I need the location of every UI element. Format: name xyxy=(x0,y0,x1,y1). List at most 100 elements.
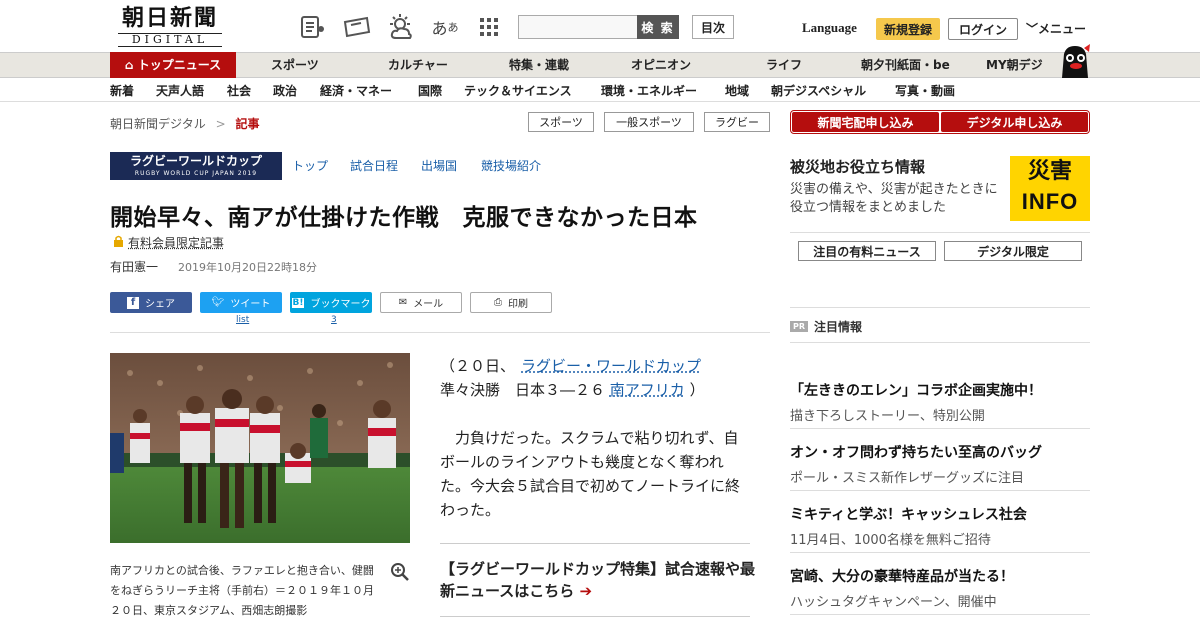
tab-digital-only[interactable]: デジタル限定 xyxy=(944,241,1082,261)
nav-paper[interactable]: 朝夕刊紙面・be xyxy=(861,53,950,77)
badge-bottom: INFO xyxy=(1021,189,1079,214)
grid-apps-icon[interactable] xyxy=(474,12,504,42)
divider xyxy=(790,552,1090,553)
article-body: 力負けだった。スクラムで粘り切れず、自ボールのラインアウトも幾度となく奪われた。… xyxy=(440,429,741,519)
paid-badge: 有料会員限定記事 xyxy=(113,234,224,251)
breadcrumb-home[interactable]: 朝日新聞デジタル xyxy=(110,117,206,131)
mascot-icon[interactable] xyxy=(1058,44,1092,78)
subscribe-buttons: 新聞宅配申し込み デジタル申し込み xyxy=(790,110,1090,134)
nav2-item[interactable]: 経済・マネー xyxy=(320,82,392,99)
nav2-item[interactable]: 国際 xyxy=(418,82,442,99)
divider xyxy=(110,332,770,333)
print-button[interactable]: ⎙ 印刷 xyxy=(470,292,552,313)
share-label: シェア xyxy=(145,299,175,310)
mail-share-button[interactable]: ✉︎ メール xyxy=(380,292,462,313)
pr-item-title: 宮崎、大分の豪華特産品が当たる！ xyxy=(790,569,1014,585)
nav2-item[interactable]: 環境・エネルギー xyxy=(601,82,697,99)
nav-top-news[interactable]: ⌂ トップニュース xyxy=(110,52,236,78)
nav-sports[interactable]: スポーツ xyxy=(271,53,319,77)
nav2-item[interactable]: テック＆サイエンス xyxy=(464,82,572,99)
share-label: ツイート xyxy=(230,299,271,310)
search-button[interactable]: 検 索 xyxy=(637,15,679,39)
nav2-item[interactable]: 地域 xyxy=(725,82,749,99)
pr-item-title: ミキティと学ぶ！キャッシュレス社会 xyxy=(790,507,1027,523)
mail-icon: ✉︎ xyxy=(398,297,408,308)
lead-mid: 準々決勝 日本３―２６ xyxy=(440,381,606,399)
nav2-item[interactable]: 写真・動画 xyxy=(895,82,955,99)
paid-label[interactable]: 有料会員限定記事 xyxy=(128,234,224,251)
facebook-share-button[interactable]: f シェア xyxy=(110,292,192,313)
nav2-item[interactable]: 政治 xyxy=(273,82,297,99)
font-size-icon[interactable]: ああ xyxy=(430,12,460,42)
facebook-icon: f xyxy=(127,296,139,309)
twitter-list-link[interactable]: list xyxy=(236,315,249,325)
home-icon: ⌂ xyxy=(124,58,134,72)
pr-item-desc: 11月4日、1000名様を無料ご招待 xyxy=(790,533,991,548)
weather-icon[interactable] xyxy=(386,12,416,42)
disaster-desc: 災害の備えや、災害が起きたときに役立つ情報をまとめました xyxy=(790,182,998,215)
toc-button[interactable]: 目次 xyxy=(692,15,734,39)
nav-label: トップニュース xyxy=(137,58,222,72)
divider xyxy=(440,616,750,617)
rwc-logo-sub: RUGBY WORLD CUP JAPAN 2019 xyxy=(134,170,258,177)
publish-date: 2019年10月20日22時18分 xyxy=(178,261,317,274)
rwc-link-schedule[interactable]: 試合日程 xyxy=(350,157,398,174)
tab-paid-news[interactable]: 注目の有料ニュース xyxy=(798,241,936,261)
rwc-link-venues[interactable]: 競技場紹介 xyxy=(481,157,541,174)
pr-item-title: オン・オフ問わず持ちたい至高のバッグ xyxy=(790,445,1042,461)
disaster-title[interactable]: 被災地お役立ち情報 xyxy=(790,156,925,177)
pr-item[interactable]: 宮崎、大分の豪華特産品が当たる！ ハッシュタグキャンペーン、開催中 xyxy=(790,566,1090,610)
share-label: ブックマーク xyxy=(310,299,371,310)
hatena-bookmark-button[interactable]: B! ブックマーク xyxy=(290,292,372,313)
breadcrumb-sep: > xyxy=(215,117,226,131)
nav2-item[interactable]: 天声人語 xyxy=(156,82,204,99)
pr-item[interactable]: ミキティと学ぶ！キャッシュレス社会 11月4日、1000名様を無料ご招待 xyxy=(790,504,1090,548)
newspaper-subscribe-button[interactable]: 新聞宅配申し込み xyxy=(792,112,939,132)
hatena-count-link[interactable]: 3 xyxy=(331,315,337,325)
newspaper-icon[interactable] xyxy=(298,12,328,42)
login-button[interactable]: ログイン xyxy=(948,18,1018,40)
twitter-share-button[interactable]: 🐦︎ ツイート xyxy=(200,292,282,313)
menu-button[interactable]: ﹀メニュー xyxy=(1026,20,1086,37)
nav-my-asadigi[interactable]: MY朝デジ xyxy=(986,53,1043,77)
nav2-item[interactable]: 朝デジスペシャル xyxy=(771,82,866,99)
nav-life[interactable]: ライフ xyxy=(766,53,802,77)
asahi-logo[interactable]: 朝日新聞 DIGITAL xyxy=(112,6,228,48)
pr-item[interactable]: オン・オフ問わず持ちたい至高のバッグ ポール・スミス新作レザーグッズに注目 xyxy=(790,442,1090,486)
tag-rugby[interactable]: ラグビー xyxy=(704,112,770,132)
rwc-logo[interactable]: ラグビーワールドカップ RUGBY WORLD CUP JAPAN 2019 xyxy=(110,152,282,180)
nav2-item[interactable]: 社会 xyxy=(227,82,251,99)
disaster-info-badge[interactable]: 災害 INFO xyxy=(1010,156,1090,221)
rwc-link[interactable]: ラグビー・ワールドカップ xyxy=(521,357,701,375)
rwc-link-top[interactable]: トップ xyxy=(292,157,328,174)
nav2-item[interactable]: 新着 xyxy=(110,82,134,99)
language-link[interactable]: Language xyxy=(802,20,857,36)
divider xyxy=(790,428,1090,429)
divider xyxy=(440,543,750,544)
search-input[interactable] xyxy=(518,15,638,39)
logo-main: 朝日新聞 xyxy=(121,5,218,31)
ticket-icon[interactable] xyxy=(342,12,372,42)
hatena-icon: B! xyxy=(291,297,305,308)
tag-sports[interactable]: スポーツ xyxy=(528,112,594,132)
pr-header: PR 注目情報 xyxy=(790,318,862,335)
pr-item-desc: ポール・スミス新作レザーグッズに注目 xyxy=(790,471,1025,486)
nav-features[interactable]: 特集・連載 xyxy=(509,53,569,77)
nav-opinion[interactable]: オピニオン xyxy=(631,53,691,77)
nav-culture[interactable]: カルチャー xyxy=(388,53,448,77)
chevron-down-icon: ﹀ xyxy=(1026,22,1039,36)
divider xyxy=(790,307,1090,308)
menu-label: メニュー xyxy=(1038,22,1087,36)
south-africa-link[interactable]: 南アフリカ xyxy=(610,381,685,399)
logo-sub: DIGITAL xyxy=(118,33,222,47)
rwc-logo-main: ラグビーワールドカップ xyxy=(129,154,262,168)
pr-item[interactable]: 「左ききのエレン」コラボ企画実施中！ 描き下ろしストーリー、特別公開 xyxy=(790,380,1090,424)
register-button[interactable]: 新規登録 xyxy=(876,18,940,40)
rwc-promo-link[interactable]: 【ラグビーワールドカップ特集】試合速報や最新ニュースはこちら ➔ xyxy=(440,558,760,602)
author: 有田憲一 xyxy=(110,260,159,274)
zoom-icon[interactable] xyxy=(390,562,410,582)
tag-general-sports[interactable]: 一般スポーツ xyxy=(604,112,694,132)
digital-subscribe-button[interactable]: デジタル申し込み xyxy=(941,112,1088,132)
article-photo[interactable] xyxy=(110,353,410,543)
rwc-link-countries[interactable]: 出場国 xyxy=(421,157,457,174)
